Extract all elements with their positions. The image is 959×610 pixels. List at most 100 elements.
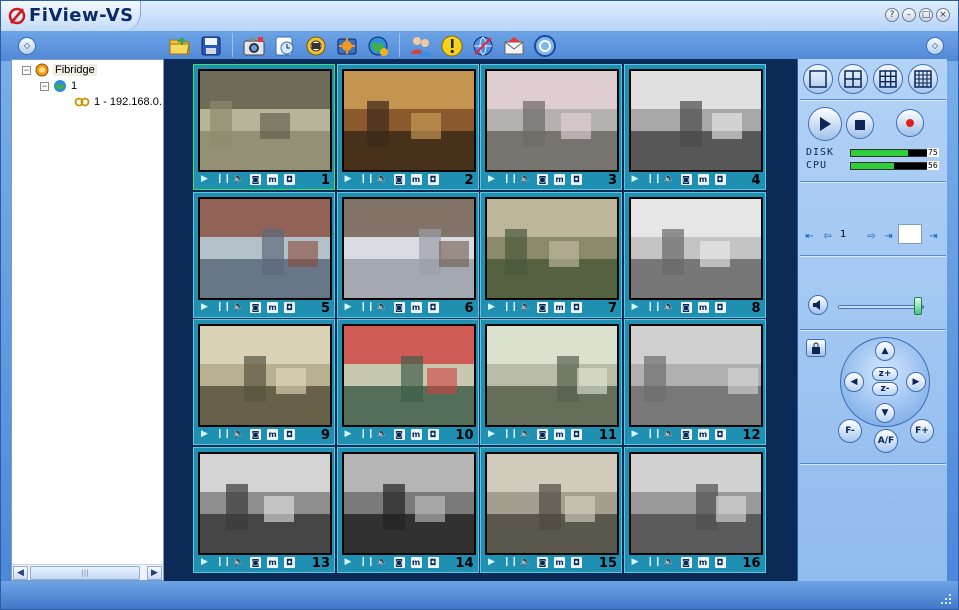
snapshot-icon[interactable]: ◙ [680, 301, 692, 313]
settings-icon[interactable]: ◘ [284, 429, 295, 440]
manual-record-icon[interactable]: m [267, 174, 278, 185]
video-feed[interactable] [485, 69, 619, 172]
audio-icon[interactable]: 🔈 [233, 429, 244, 440]
settings-icon[interactable]: ◘ [714, 556, 726, 568]
tree-node-camera[interactable]: 1 - 192.168.0. [74, 94, 162, 110]
snapshot-icon[interactable]: ◙ [250, 429, 261, 440]
settings-icon[interactable]: ◘ [571, 556, 582, 568]
video-cell[interactable]: ▶ ❙❙ 🔈 ◙ m ◘ 12 [623, 319, 766, 445]
audio-icon[interactable]: 🔈 [377, 174, 388, 185]
focus-plus-button[interactable]: F+ [910, 419, 934, 443]
alarm-icon[interactable] [439, 33, 465, 59]
pause-icon[interactable]: ❙❙ [503, 174, 518, 185]
snapshot-icon[interactable]: ◙ [537, 556, 548, 568]
manual-record-icon[interactable]: m [267, 429, 278, 440]
tree-node-root[interactable]: − Fibridge [22, 62, 97, 78]
video-cell[interactable]: ▶ ❙❙ 🔈 ◙ m ◘ 9 [193, 319, 335, 445]
video-feed[interactable] [341, 324, 476, 427]
video-cell[interactable]: ▶ ❙❙ 🔈 ◙ m ◘ 4 [623, 64, 766, 190]
audio-icon[interactable]: 🔈 [520, 429, 531, 440]
pause-icon[interactable]: ❙❙ [360, 429, 375, 440]
play-icon[interactable]: ▶ [630, 302, 641, 313]
pause-icon[interactable]: ❙❙ [503, 302, 518, 313]
video-cell[interactable]: ▶ ❙❙ 🔈 ◙ m ◘ 5 [193, 191, 335, 318]
video-cell[interactable]: ▶ ❙❙ 🔈 ◙ m ◘ 15 [480, 446, 622, 573]
pause-icon[interactable]: ❙❙ [360, 557, 375, 568]
play-icon[interactable]: ▶ [486, 557, 497, 568]
globe-icon[interactable] [365, 33, 391, 59]
play-icon[interactable]: ▶ [343, 174, 354, 185]
snapshot-icon[interactable]: ◙ [537, 429, 548, 440]
video-feed[interactable] [341, 69, 476, 172]
audio-icon[interactable]: 🔈 [520, 174, 531, 185]
pause-icon[interactable]: ❙❙ [647, 174, 662, 185]
video-feed[interactable] [198, 69, 332, 172]
ptz-right-button[interactable]: ▶ [906, 372, 926, 392]
volume-thumb[interactable] [913, 297, 922, 315]
video-feed[interactable] [198, 196, 332, 300]
layout-2x2-button[interactable] [838, 64, 868, 94]
layout-1x1-button[interactable] [803, 64, 833, 94]
close-button[interactable]: × [936, 8, 950, 22]
play-button[interactable] [808, 107, 842, 141]
record-icon[interactable] [272, 33, 298, 59]
settings-icon[interactable]: ◘ [571, 174, 582, 185]
video-feed[interactable] [628, 451, 763, 555]
play-icon[interactable]: ▶ [343, 557, 354, 568]
audio-icon[interactable]: 🔈 [377, 557, 388, 568]
audio-icon[interactable]: 🔈 [377, 302, 388, 313]
manual-record-icon[interactable]: m [410, 429, 422, 440]
snapshot-icon[interactable]: ◙ [393, 429, 405, 440]
play-icon[interactable]: ▶ [630, 557, 641, 568]
play-icon[interactable]: ▶ [486, 302, 497, 313]
manual-record-icon[interactable]: m [697, 174, 709, 185]
video-cell[interactable]: ▶ ❙❙ 🔈 ◙ m ◘ 13 [193, 446, 335, 573]
audio-icon[interactable]: 🔈 [664, 174, 675, 185]
settings-icon[interactable]: ◘ [427, 301, 439, 313]
pause-icon[interactable]: ❙❙ [216, 174, 231, 185]
manual-record-icon[interactable]: m [267, 301, 278, 313]
play-icon[interactable]: ▶ [630, 174, 641, 185]
pause-icon[interactable]: ❙❙ [647, 302, 662, 313]
pause-icon[interactable]: ❙❙ [216, 429, 231, 440]
ptz-lock-button[interactable] [806, 339, 826, 357]
open-folder-icon[interactable] [167, 33, 193, 59]
video-feed[interactable] [485, 324, 619, 427]
layout-4x4-button[interactable] [908, 64, 938, 94]
manual-record-icon[interactable]: m [267, 556, 278, 568]
snapshot-icon[interactable] [241, 33, 267, 59]
maximize-button[interactable]: □ [919, 8, 933, 22]
save-icon[interactable] [198, 33, 224, 59]
first-page-icon[interactable]: ⇤ [802, 231, 817, 243]
play-icon[interactable]: ▶ [199, 429, 210, 440]
pause-icon[interactable]: ❙❙ [647, 557, 662, 568]
expand-collapse-icon[interactable]: − [40, 81, 49, 91]
manual-record-icon[interactable]: m [697, 301, 709, 313]
collapse-right-button[interactable]: ◇ [926, 37, 944, 55]
network-icon[interactable] [470, 33, 496, 59]
expand-collapse-icon[interactable]: − [22, 65, 31, 75]
video-feed[interactable] [198, 451, 332, 555]
pause-icon[interactable]: ❙❙ [647, 429, 662, 440]
play-icon[interactable]: ▶ [199, 557, 210, 568]
scroll-right-button[interactable]: ▶ [147, 566, 162, 580]
ptz-left-button[interactable]: ◀ [844, 372, 864, 392]
manual-record-icon[interactable]: m [697, 429, 709, 440]
settings-icon[interactable]: ◘ [427, 429, 439, 440]
video-feed[interactable] [628, 196, 763, 300]
stop-button[interactable] [846, 111, 874, 139]
snapshot-icon[interactable]: ◙ [680, 429, 692, 440]
scroll-left-button[interactable]: ◀ [13, 566, 28, 580]
snapshot-icon[interactable]: ◙ [537, 301, 548, 313]
scroll-thumb[interactable]: ||| [30, 566, 140, 580]
pause-icon[interactable]: ❙❙ [503, 429, 518, 440]
video-cell[interactable]: ▶ ❙❙ 🔈 ◙ m ◘ 3 [480, 64, 622, 190]
minimize-button[interactable]: – [902, 8, 916, 22]
pause-icon[interactable]: ❙❙ [360, 302, 375, 313]
mail-icon[interactable] [501, 33, 527, 59]
manual-record-icon[interactable]: m [554, 556, 565, 568]
snapshot-icon[interactable]: ◙ [393, 556, 405, 568]
video-feed[interactable] [341, 451, 476, 555]
snapshot-icon[interactable]: ◙ [250, 174, 261, 185]
video-cell[interactable]: ▶ ❙❙ 🔈 ◙ m ◘ 16 [623, 446, 766, 573]
